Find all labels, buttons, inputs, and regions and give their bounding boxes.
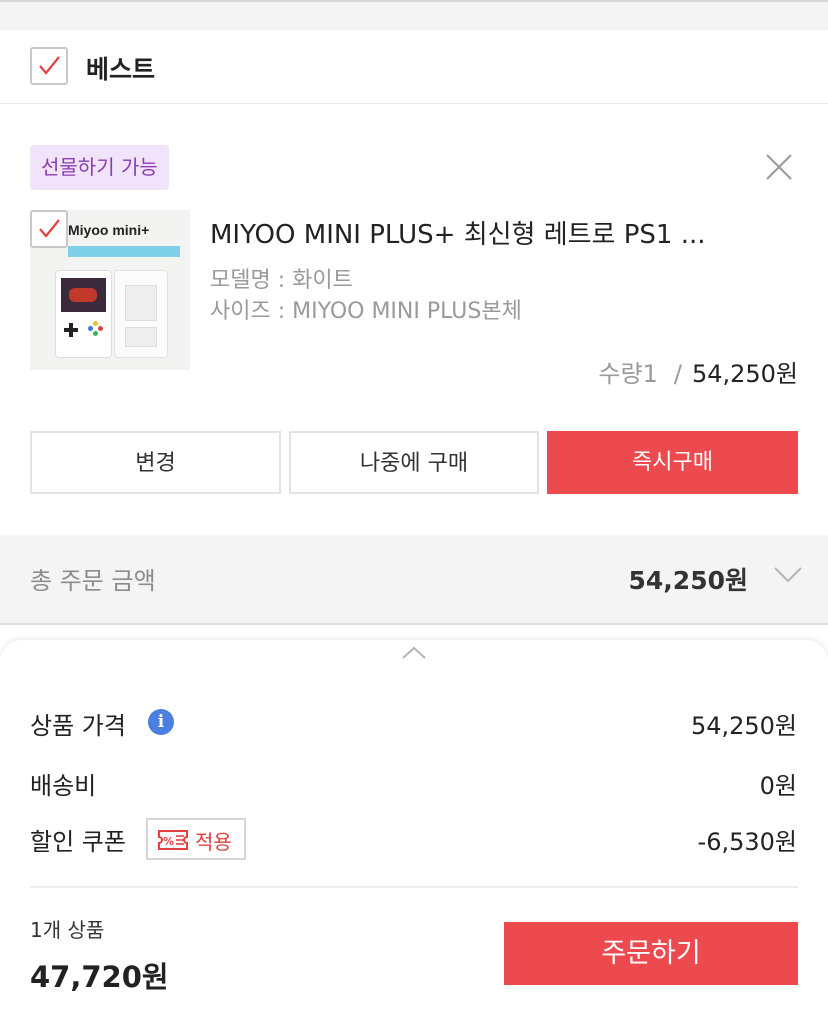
item-checkbox[interactable] (30, 210, 68, 248)
checkmark-icon (39, 219, 60, 238)
shipping-value: 0원 (759, 772, 797, 800)
order-total-bar[interactable]: 총 주문 금액 54,250원 (0, 535, 828, 625)
gift-badge: 선물하기 가능 (30, 145, 169, 190)
quantity-price: 수량1 / 54,250원 (598, 354, 798, 389)
info-icon[interactable]: i (148, 709, 174, 735)
shipping-label: 배송비 (30, 772, 97, 800)
apply-coupon-button[interactable]: % 적용 (146, 818, 246, 860)
option-size: 사이즈 : MIYOO MINI PLUS본체 (210, 299, 522, 324)
store-name: 베스트 (86, 55, 156, 84)
top-strip (0, 0, 828, 30)
quantity: 수량1 (598, 360, 658, 388)
store-header: 베스트 (0, 30, 828, 104)
product-price-label: 상품 가격 (30, 712, 126, 740)
change-option-button[interactable]: 변경 (30, 431, 281, 494)
final-total: 47,720원 (30, 960, 169, 994)
option-model: 모델명 : 화이트 (210, 268, 353, 293)
order-total-label: 총 주문 금액 (30, 567, 156, 595)
device-front-image (55, 270, 112, 358)
svg-text:%: % (163, 835, 174, 848)
buy-later-button[interactable]: 나중에 구매 (289, 431, 539, 494)
store-checkbox[interactable] (30, 47, 68, 85)
thumbnail-band (68, 246, 180, 257)
buy-now-button[interactable]: 즉시구매 (547, 431, 798, 494)
product-title[interactable]: MIYOO MINI PLUS+ 최신형 레트로 PS1 ... (210, 214, 800, 251)
order-button[interactable]: 주문하기 (504, 922, 798, 985)
item-count: 1개 상품 (30, 918, 105, 942)
separator: / (673, 360, 682, 388)
order-total-value: 54,250원 (628, 566, 748, 595)
thumbnail-title: Miyoo mini+ (68, 222, 150, 238)
product-price-value: 54,250원 (690, 712, 797, 740)
coupon-value: -6,530원 (697, 828, 797, 856)
coupon-apply-label: 적용 (195, 830, 232, 854)
divider (30, 886, 798, 888)
order-summary-sheet: 상품 가격 i 54,250원 배송비 0원 할인 쿠폰 % 적용 -6,530… (0, 640, 828, 1019)
item-price: 54,250원 (691, 360, 798, 388)
close-icon (766, 154, 792, 180)
coupon-icon: % (158, 830, 188, 850)
chevron-up-icon[interactable] (402, 646, 426, 660)
chevron-down-icon[interactable] (774, 567, 802, 583)
device-back-image (114, 270, 168, 358)
checkmark-icon (39, 56, 60, 75)
product-thumbnail[interactable]: Miyoo mini+ (30, 210, 190, 370)
coupon-label: 할인 쿠폰 (30, 828, 126, 856)
remove-item-button[interactable] (762, 150, 796, 184)
